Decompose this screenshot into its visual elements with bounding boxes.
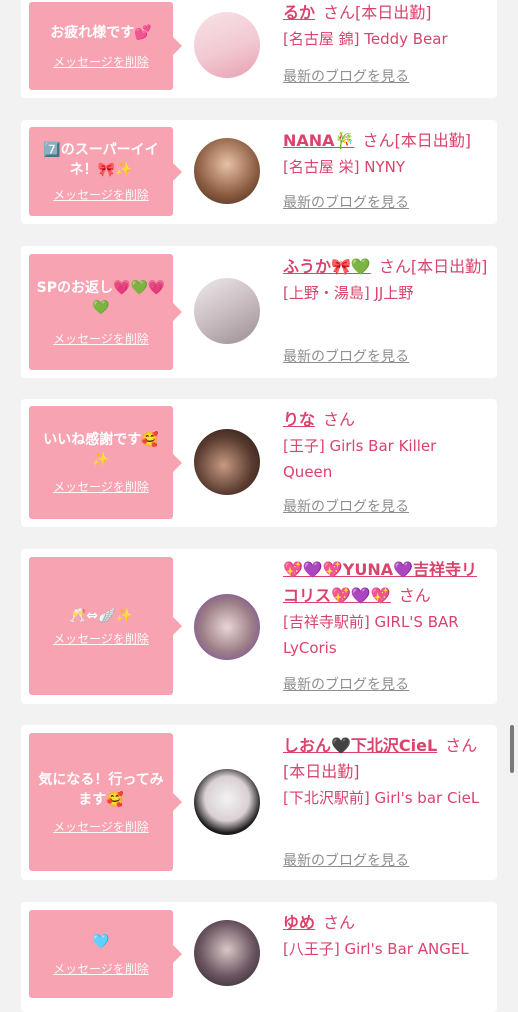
message-text: 🩵 bbox=[92, 933, 110, 950]
cast-name-link[interactable]: るか bbox=[283, 3, 315, 22]
cast-name-link[interactable]: ゆめ bbox=[283, 913, 315, 932]
profile-info: NANA🎋 さん[本日出勤] [名古屋 栄] NYNY bbox=[283, 128, 489, 180]
delete-message-link[interactable]: メッセージを削除 bbox=[53, 478, 149, 495]
status-text: さん bbox=[323, 410, 356, 429]
avatar[interactable] bbox=[194, 769, 260, 835]
shop-name: [下北沢駅前] Girl's bar CieL bbox=[283, 789, 480, 807]
profile-info: ふうか🎀💚 さん[本日出勤] [上野・湯島] JJ上野 bbox=[283, 254, 489, 306]
shop-name: [吉祥寺駅前] GIRL'S BAR LyCoris bbox=[283, 613, 459, 657]
cast-name-link[interactable]: しおん🖤下北沢CieL bbox=[283, 736, 437, 755]
profile-info: るか さん[本日出勤] [名古屋 錦] Teddy Bear bbox=[283, 0, 489, 52]
message-text: 🥂⇔🪽✨ bbox=[68, 607, 134, 624]
cast-name-link[interactable]: 💖💜💖YUNA💜吉祥寺リコリス💖💜💖 bbox=[283, 560, 477, 605]
latest-blog-link[interactable]: 最新のブログを見る bbox=[283, 67, 409, 87]
cast-name-link[interactable]: ふうか🎀💚 bbox=[283, 257, 371, 276]
message-card: 🩵 メッセージを削除 ゆめ さん [八王子] Girl's Bar ANGEL bbox=[21, 902, 497, 1012]
latest-blog-link[interactable]: 最新のブログを見る bbox=[283, 497, 409, 517]
scrollbar[interactable] bbox=[510, 725, 514, 773]
message-card: SPのお返し💗💚💗💚 メッセージを削除 ふうか🎀💚 さん[本日出勤] [上野・湯島… bbox=[21, 246, 497, 378]
message-bubble: いいね感謝です🥰✨ メッセージを削除 bbox=[29, 406, 182, 519]
latest-blog-link[interactable]: 最新のブログを見る bbox=[283, 347, 409, 367]
delete-message-link[interactable]: メッセージを削除 bbox=[53, 960, 149, 977]
avatar[interactable] bbox=[194, 429, 260, 495]
shop-name: [王子] Girls Bar Killer Queen bbox=[283, 437, 437, 481]
message-text: いいね感謝です🥰✨ bbox=[43, 432, 159, 468]
shop-name: [名古屋 錦] Teddy Bear bbox=[283, 30, 448, 48]
delete-message-link[interactable]: メッセージを削除 bbox=[53, 53, 149, 70]
delete-message-link[interactable]: メッセージを削除 bbox=[53, 630, 149, 647]
message-bubble: お疲れ様です💕 メッセージを削除 bbox=[29, 2, 182, 90]
message-text: 気になる！行ってみます🥰 bbox=[38, 771, 164, 808]
cast-name-link[interactable]: りな bbox=[283, 410, 315, 429]
avatar[interactable] bbox=[194, 594, 260, 660]
message-card: お疲れ様です💕 メッセージを削除 るか さん[本日出勤] [名古屋 錦] Tedd… bbox=[21, 0, 497, 98]
message-card: 気になる！行ってみます🥰 メッセージを削除 しおん🖤下北沢CieL さん[本日出勤… bbox=[21, 725, 497, 880]
profile-info: ゆめ さん [八王子] Girl's Bar ANGEL bbox=[283, 910, 489, 962]
profile-info: しおん🖤下北沢CieL さん[本日出勤] [下北沢駅前] Girl's bar C… bbox=[283, 733, 489, 811]
status-text: さん bbox=[323, 913, 356, 932]
status-text: さん[本日出勤] bbox=[323, 3, 432, 22]
message-text: お疲れ様です💕 bbox=[50, 24, 152, 41]
message-text: SPのお返し💗💚💗💚 bbox=[36, 279, 166, 316]
avatar[interactable] bbox=[194, 12, 260, 78]
profile-info: 💖💜💖YUNA💜吉祥寺リコリス💖💜💖 さん [吉祥寺駅前] GIRL'S BAR … bbox=[283, 557, 489, 661]
status-text: さん[本日出勤] bbox=[362, 131, 471, 150]
status-text: さん[本日出勤] bbox=[378, 257, 488, 276]
message-card: 🥂⇔🪽✨ メッセージを削除 💖💜💖YUNA💜吉祥寺リコリス💖💜💖 さん [吉祥寺駅… bbox=[21, 549, 497, 704]
message-text: 7️⃣のスーパーイイネ！🎀✨ bbox=[43, 142, 159, 178]
shop-name: [上野・湯島] JJ上野 bbox=[283, 284, 414, 302]
profile-info: りな さん [王子] Girls Bar Killer Queen bbox=[283, 407, 489, 485]
latest-blog-link[interactable]: 最新のブログを見る bbox=[283, 851, 409, 871]
latest-blog-link[interactable]: 最新のブログを見る bbox=[283, 193, 409, 213]
message-card: いいね感謝です🥰✨ メッセージを削除 りな さん [王子] Girls Bar K… bbox=[21, 399, 497, 527]
message-bubble: 7️⃣のスーパーイイネ！🎀✨ メッセージを削除 bbox=[29, 127, 182, 216]
message-bubble: SPのお返し💗💚💗💚 メッセージを削除 bbox=[29, 254, 182, 370]
delete-message-link[interactable]: メッセージを削除 bbox=[53, 818, 149, 835]
status-text: さん bbox=[398, 586, 431, 605]
shop-name: [名古屋 栄] NYNY bbox=[283, 158, 406, 176]
message-bubble: 🥂⇔🪽✨ メッセージを削除 bbox=[29, 557, 182, 695]
cast-name-link[interactable]: NANA🎋 bbox=[283, 131, 354, 150]
delete-message-link[interactable]: メッセージを削除 bbox=[53, 330, 149, 347]
avatar[interactable] bbox=[194, 278, 260, 344]
message-card: 7️⃣のスーパーイイネ！🎀✨ メッセージを削除 NANA🎋 さん[本日出勤] [名… bbox=[21, 120, 497, 224]
message-bubble: 気になる！行ってみます🥰 メッセージを削除 bbox=[29, 733, 182, 871]
shop-name: [八王子] Girl's Bar ANGEL bbox=[283, 940, 469, 958]
message-bubble: 🩵 メッセージを削除 bbox=[29, 910, 182, 998]
avatar[interactable] bbox=[194, 138, 260, 204]
latest-blog-link[interactable]: 最新のブログを見る bbox=[283, 675, 409, 695]
delete-message-link[interactable]: メッセージを削除 bbox=[53, 186, 149, 203]
avatar[interactable] bbox=[194, 920, 260, 986]
